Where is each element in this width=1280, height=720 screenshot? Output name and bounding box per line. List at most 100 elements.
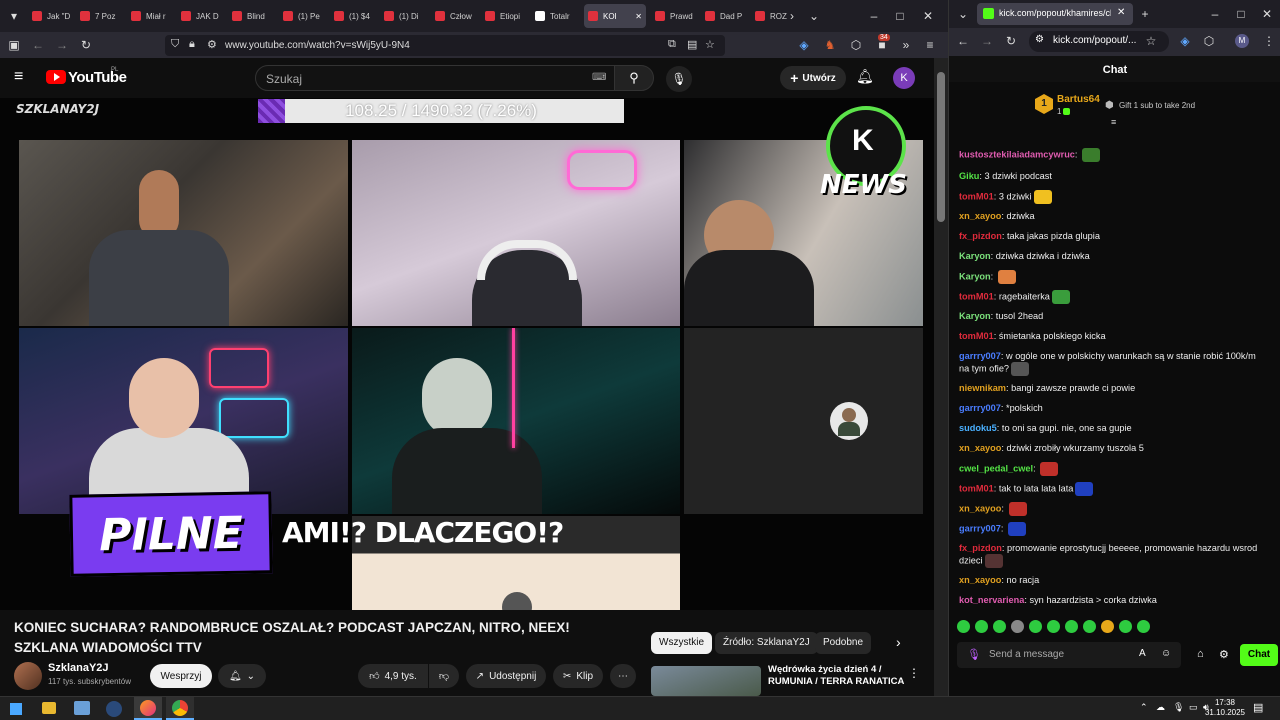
chat-username[interactable]: fx_pizdon [959,231,1002,241]
support-button[interactable]: Wesprzyj [150,664,212,688]
send-chat-button[interactable]: Chat [1240,644,1278,666]
browser-tab[interactable]: Etiopi [485,4,531,28]
channel-avatar[interactable] [14,662,42,690]
dislike-button[interactable]: 👎︎ [429,664,459,688]
microphone-tray-icon[interactable]: 🎙︎ [1173,702,1184,713]
chat-username[interactable]: garrry007 [959,351,1001,361]
chat-username[interactable]: xn_xayoo [959,575,1001,585]
app-menu-icon[interactable]: ≡ [922,37,938,53]
lock-icon[interactable]: 🔒︎ [189,38,195,51]
maximize-icon[interactable]: □ [892,8,908,24]
notification-center-icon[interactable]: ▤ [1253,701,1263,714]
bookmark-star-icon[interactable]: ☆ [705,38,715,51]
collapse-pinned-icon[interactable]: ≡ [1111,117,1116,127]
more-tools-icon[interactable]: » [898,37,914,53]
chat-username[interactable]: kustosztekilaiadamcywruc [959,149,1075,159]
browser-tab[interactable]: Blind [232,4,278,28]
chat-username[interactable]: cwel_pedal_cwel [959,463,1033,473]
close-tab-icon[interactable]: ✕ [1117,7,1125,18]
video-player[interactable]: SZKLANAY2J 108.25 / 1490.32 (7.26%) K NE… [0,98,934,610]
forward-icon[interactable]: → [979,33,995,49]
microphone-icon[interactable]: 🎙︎ [967,648,981,661]
address-bar[interactable]: ⛉ 🔒︎ ⚙ www.youtube.com/watch?v=sWij5yU-9… [165,35,725,56]
kick-tab[interactable]: kick.com/popout/khamires/cha ✕ [977,3,1133,25]
maximize-icon[interactable]: □ [1233,6,1249,22]
clock-time[interactable]: 17:38 [1203,698,1247,707]
search-button[interactable]: ⚲ [614,65,654,91]
chat-username[interactable]: tomM01 [959,291,994,301]
subscription-bell-button[interactable]: 🔔︎ ⌄ [218,664,266,688]
voice-search-icon[interactable]: 🎙︎ [666,66,692,92]
extension-icon[interactable]: ◈ [1177,33,1193,49]
permissions-icon[interactable]: ⚙ [207,38,217,51]
chat-username[interactable]: Giku [959,171,979,181]
chat-username[interactable]: kot_nervariena [959,595,1024,605]
youtube-logo-icon[interactable] [46,70,66,84]
clock-date[interactable]: 31.10.2025 [1203,708,1247,717]
onedrive-icon[interactable]: ☁ [1156,702,1165,713]
recommended-title[interactable]: Wędrówka życia dzień 4 / RUMUNIA / TERRA… [768,664,908,688]
emote-7-icon[interactable] [1065,620,1078,633]
chat-username[interactable]: xn_xayoo [959,503,1001,513]
recommended-menu-icon[interactable]: ⋮ [908,666,920,680]
chrome-taskbar-item[interactable] [166,697,194,720]
emote-picker-icon[interactable]: ☺ [1161,648,1171,659]
chat-username[interactable]: fx_pizdon [959,543,1002,553]
like-button[interactable]: 👍︎ 4,9 tys. [358,664,428,688]
keyboard-icon[interactable]: ⌨ [592,72,606,83]
tray-chevron-icon[interactable]: ⌃ [1140,702,1148,713]
browser-tab[interactable]: KOI ✕ [584,4,646,28]
close-window-icon[interactable]: ✕ [920,8,936,24]
chat-username[interactable]: garrry007 [959,523,1001,533]
sidebar-icon[interactable]: ▣ [6,37,22,53]
chat-username[interactable]: xn_xayoo [959,211,1001,221]
picture-in-picture-icon[interactable]: ⧉ [668,38,676,51]
profile-avatar[interactable]: M [1235,34,1249,48]
chip-source[interactable]: Źródło: SzklanaY2J [715,632,818,654]
chat-username[interactable]: sudoku5 [959,423,997,433]
menu-icon[interactable]: ≡ [14,68,23,86]
page-scrollbar[interactable] [934,58,948,696]
store-icon[interactable]: ⌂ [1197,648,1204,660]
account-avatar[interactable]: K [893,67,915,89]
start-button-icon[interactable] [10,703,22,715]
emote-6-icon[interactable] [1047,620,1060,633]
minimize-icon[interactable]: – [866,8,882,24]
chat-username[interactable]: Karyon [959,251,991,261]
browser-tab[interactable]: Miał r [131,4,177,28]
channel-name[interactable]: SzklanaY2J [48,662,109,674]
chat-username[interactable]: tomM01 [959,191,994,201]
extensions-puzzle-icon[interactable]: ⬡ [1201,33,1217,49]
tab-list-icon[interactable]: ⌄ [955,6,971,22]
reader-view-icon[interactable]: ▤ [687,38,697,51]
browser-tab[interactable]: (1) Di [384,4,430,28]
chips-next-icon[interactable]: › [896,634,901,650]
emote-10-icon[interactable] [1119,620,1132,633]
emote-1-icon[interactable] [957,620,970,633]
settings-gear-icon[interactable]: ⚙ [1219,648,1229,661]
extension-shield-icon[interactable]: ◈ [796,37,812,53]
chat-username[interactable]: Karyon [959,311,991,321]
notifications-bell-icon[interactable]: 🔔︎ [856,68,874,85]
browser-tab[interactable]: Człow [435,4,481,28]
tab-list-icon[interactable]: ▾ [6,8,22,24]
more-actions-button[interactable]: ⋯ [610,664,636,688]
reload-icon[interactable]: ↻ [78,37,94,53]
chat-message-input[interactable]: Send a message [957,642,1181,668]
search-input[interactable]: Szukaj [255,65,615,91]
browser-tab[interactable]: JAK D [181,4,227,28]
shield-icon[interactable]: ⛉ [171,38,179,51]
share-button[interactable]: ↗ Udostępnij [466,664,546,688]
emote-2-icon[interactable] [975,620,988,633]
chat-username[interactable]: tomM01 [959,483,994,493]
all-tabs-icon[interactable]: ⌄ [806,8,822,24]
pinned-username[interactable]: Bartus64 [1057,94,1100,105]
chat-username[interactable]: tomM01 [959,331,994,341]
emote-8-icon[interactable] [1083,620,1096,633]
firefox-taskbar-item[interactable] [134,697,162,720]
extension-puzzle-icon[interactable]: ⬡ [848,37,864,53]
computer-icon[interactable] [74,701,90,715]
emote-11-icon[interactable] [1137,620,1150,633]
gift-sub-text[interactable]: Gift 1 sub to take 2nd [1119,101,1195,110]
forward-icon[interactable]: → [54,37,70,53]
